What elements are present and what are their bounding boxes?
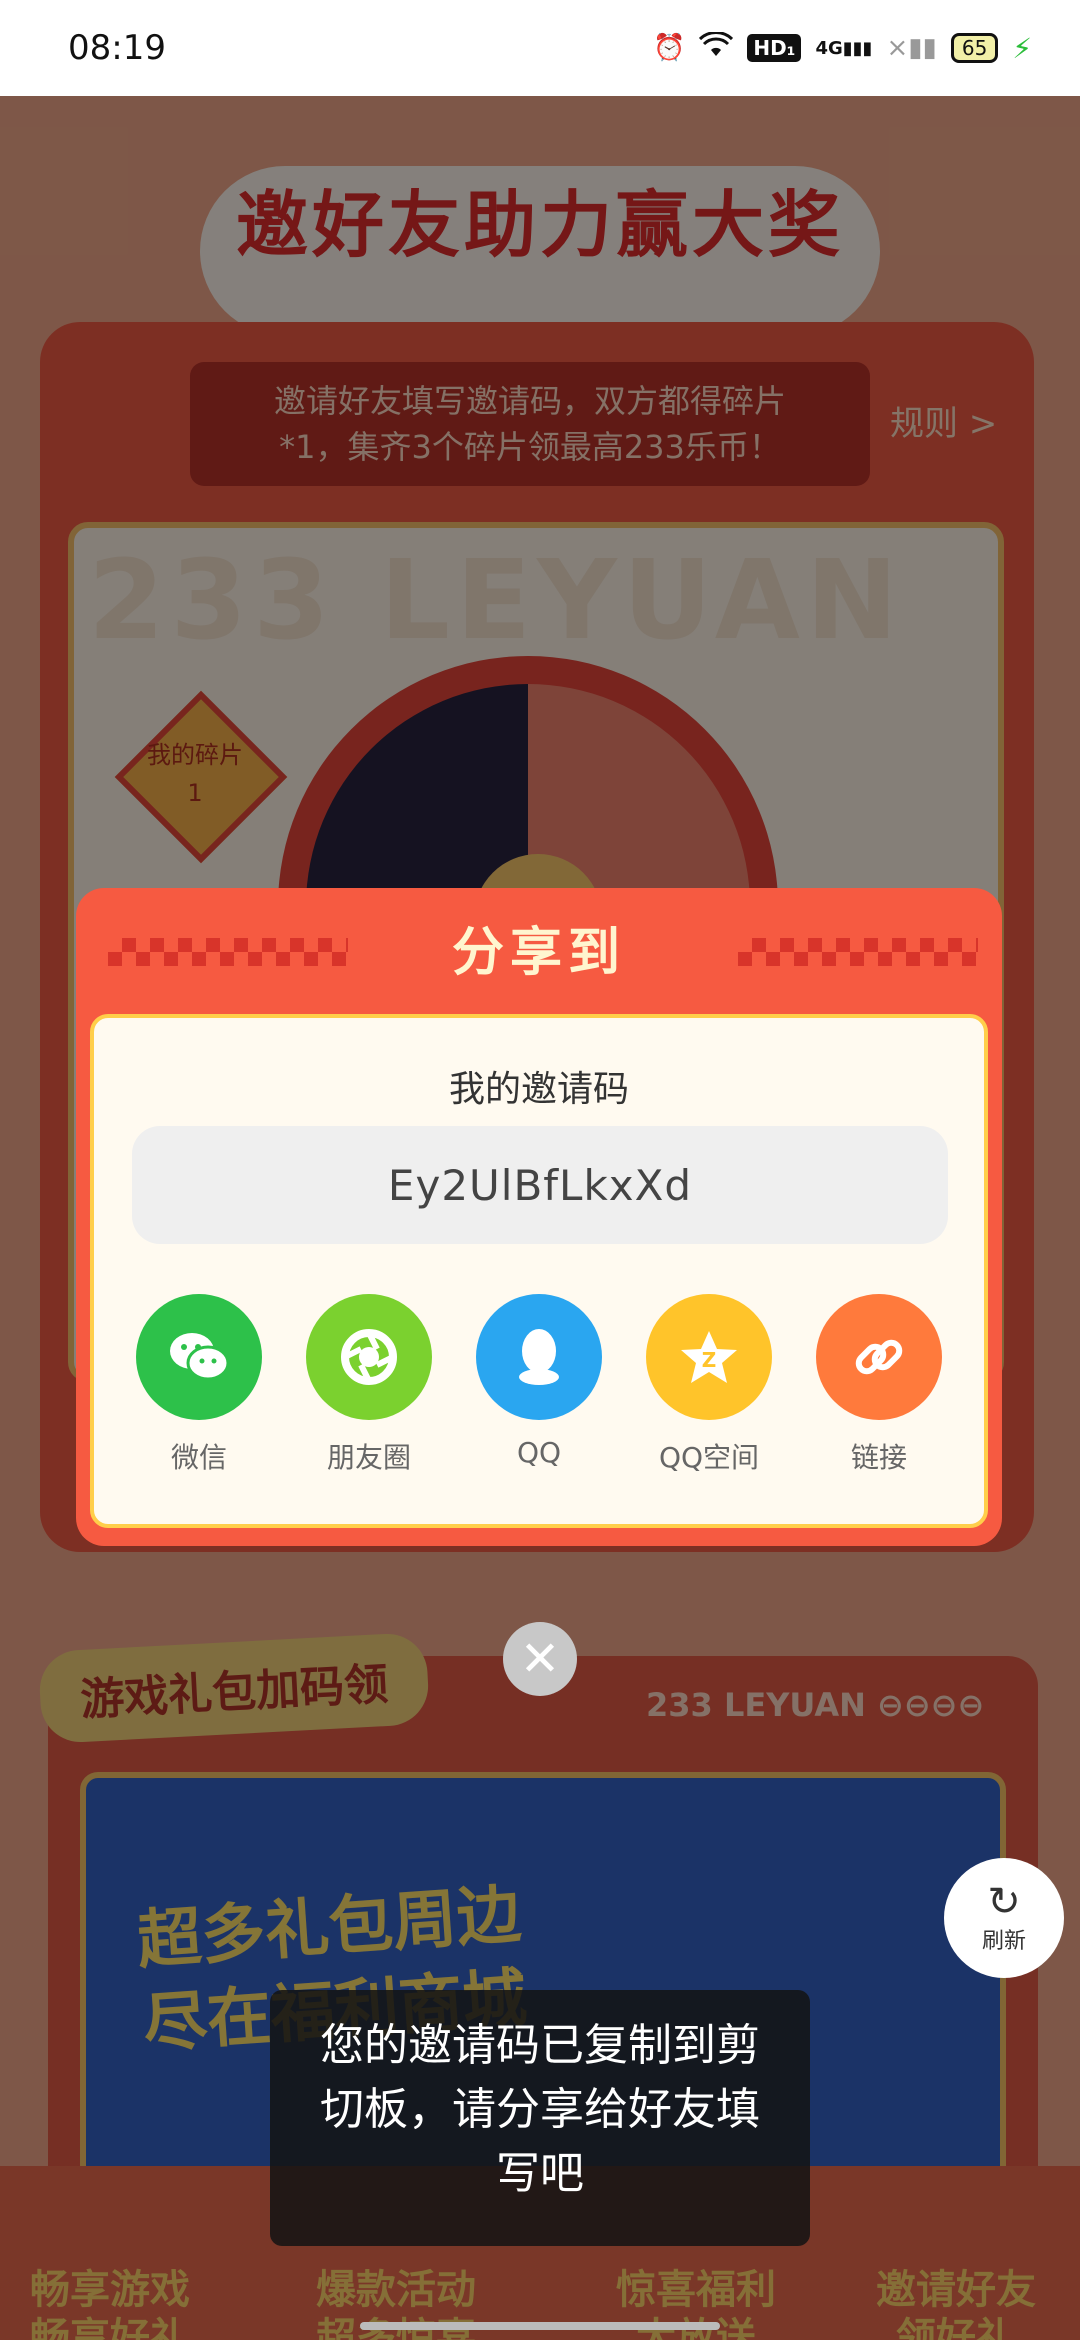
refresh-label: 刷新 [981,1929,1026,1954]
signal-4g-icon: 4G▮▮▮ [815,37,873,59]
share-label-qzone: QQ空间 [658,1441,760,1474]
wechat-icon [136,1294,262,1420]
status-bar: 08:19 ⏰ HD₁ 4G▮▮▮ ×▮▮ 65 ⚡ [0,0,1080,96]
refresh-button[interactable]: ↻ 刷新 [944,1858,1064,1978]
share-label-wechat: 微信 [170,1441,227,1474]
share-qzone[interactable]: Z QQ空间 [624,1294,794,1476]
invite-code-label: 我的邀请码 [448,1069,629,1110]
battery-icon: 65 [950,33,999,63]
home-indicator[interactable] [360,2322,720,2330]
copy-toast: 您的邀请码已复制到剪切板，请分享给好友填写吧 [270,1990,810,2246]
hd-icon: HD₁ [747,34,802,62]
charging-icon: ⚡ [1012,31,1032,65]
svg-text:Z: Z [702,1348,717,1372]
invite-code-box[interactable]: Ey2UlBfLkxXd [132,1126,948,1244]
share-label-qq: QQ [516,1436,562,1469]
wifi-icon [699,30,734,65]
share-qq[interactable]: QQ [454,1294,624,1476]
close-icon: ✕ [519,1631,561,1687]
share-label-link: 链接 [850,1441,907,1474]
status-time: 08:19 [68,28,166,68]
refresh-icon: ↻ [987,1879,1021,1925]
moments-icon [306,1294,432,1420]
link-icon [816,1294,942,1420]
close-dialog-button[interactable]: ✕ [503,1622,577,1696]
qq-icon [476,1294,602,1420]
share-dialog: 分享到 我的邀请码 Ey2UlBfLkxXd 微信 朋友圈 QQ Z QQ空间 … [76,888,1002,1546]
share-link[interactable]: 链接 [794,1294,964,1476]
share-options: 微信 朋友圈 QQ Z QQ空间 链接 [114,1294,964,1476]
share-label-moments: 朋友圈 [326,1441,411,1474]
share-moments[interactable]: 朋友圈 [284,1294,454,1476]
share-dialog-title: 分享到 [451,923,626,983]
signal-no-service-icon: ×▮▮ [886,33,937,63]
alarm-icon: ⏰ [652,33,686,63]
share-wechat[interactable]: 微信 [114,1294,284,1476]
share-dialog-body: 我的邀请码 Ey2UlBfLkxXd 微信 朋友圈 QQ Z QQ空间 链接 [90,1014,988,1528]
status-icons: ⏰ HD₁ 4G▮▮▮ ×▮▮ 65 ⚡ [652,30,1032,65]
qzone-icon: Z [646,1294,772,1420]
